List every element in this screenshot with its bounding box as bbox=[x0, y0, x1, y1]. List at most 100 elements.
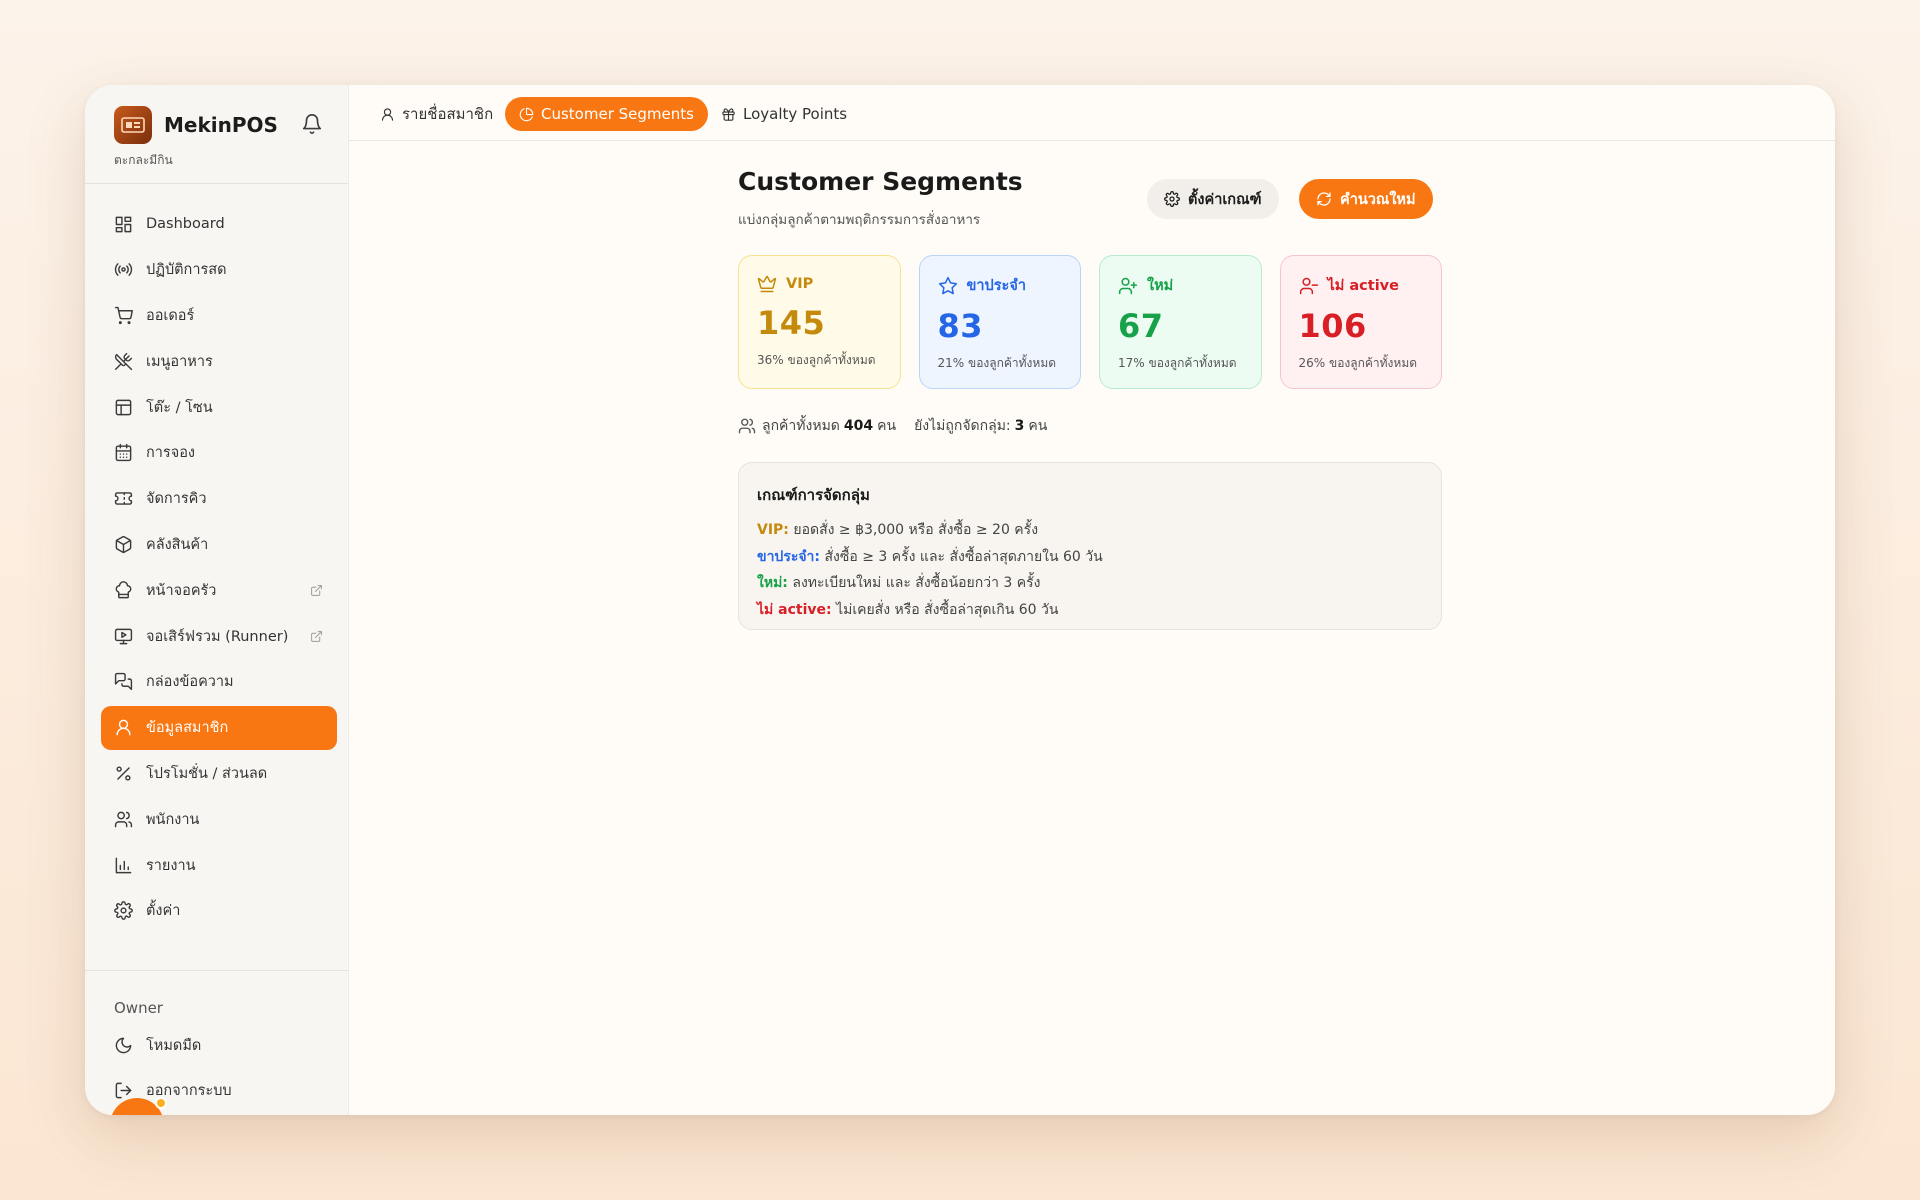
segment-name: ไม่ active bbox=[1327, 278, 1399, 294]
sidebar-item-label: การจอง bbox=[146, 445, 195, 462]
segment-count: 83 bbox=[937, 307, 984, 345]
segment-name: ใหม่ bbox=[1147, 278, 1174, 294]
criteria-regular: ขาประจำ: สั่งซื้อ ≥ 3 ครั้ง และ สั่งซื้อ… bbox=[757, 544, 1423, 571]
user-icon bbox=[116, 719, 131, 736]
sidebar-item-label: รายงาน bbox=[146, 857, 196, 874]
page-subtitle: แบ่งกลุ่มลูกค้าตามพฤติกรรมการสั่งอาหาร bbox=[738, 212, 981, 228]
criteria-key: VIP: bbox=[757, 522, 789, 538]
tab-loyalty-points[interactable]: Loyalty Points bbox=[707, 97, 861, 131]
segment-card-regular[interactable]: ขาประจำ 83 21% ของลูกค้าทั้งหมด bbox=[918, 255, 1081, 389]
moon-icon bbox=[115, 1037, 132, 1053]
sidebar-item-reports[interactable]: รายงาน bbox=[101, 843, 337, 887]
messages-icon bbox=[114, 673, 133, 691]
segment-card-header: ใหม่ bbox=[1118, 274, 1243, 297]
sidebar-item-label: เมนูอาหาร bbox=[146, 353, 213, 370]
segmentation-criteria: เกณฑ์การจัดกลุ่ม VIP: ยอดสั่ง ≥ ฿3,000 ห… bbox=[738, 462, 1442, 630]
bar-chart-icon bbox=[115, 857, 132, 873]
sidebar-item-label: ตั้งค่า bbox=[146, 903, 181, 920]
brand[interactable]: MekinPOS bbox=[114, 106, 278, 144]
dashboard-icon bbox=[115, 216, 132, 232]
main-content: รายชื่อสมาชิก Customer Segments Loyalty … bbox=[349, 85, 1835, 1115]
tab-member-list[interactable]: รายชื่อสมาชิก bbox=[366, 97, 507, 131]
sidebar-item-kitchen[interactable]: หน้าจอครัว bbox=[101, 568, 337, 612]
sidebar-item-members[interactable]: ข้อมูลสมาชิก bbox=[101, 705, 337, 750]
sidebar-item-label: จอเสิร์ฟรวม (Runner) bbox=[146, 628, 289, 645]
total-customers-label: ลูกค้าทั้งหมด bbox=[762, 418, 840, 434]
calendar-icon bbox=[115, 444, 132, 462]
ticket-icon bbox=[114, 492, 133, 506]
user-minus-icon bbox=[1299, 277, 1318, 294]
criteria-text: ไม่เคยสั่ง หรือ สั่งซื้อล่าสุดเกิน 60 วั… bbox=[836, 601, 1059, 618]
table-icon bbox=[115, 399, 132, 416]
segment-count: 145 bbox=[757, 304, 826, 342]
segment-count: 106 bbox=[1298, 307, 1367, 345]
tab-label: Loyalty Points bbox=[743, 105, 848, 123]
sidebar-item-label: หน้าจอครัว bbox=[146, 582, 217, 599]
brand-name: MekinPOS bbox=[164, 113, 278, 137]
sidebar-item-staff[interactable]: พนักงาน bbox=[101, 797, 337, 841]
brand-subtitle: ตะกละมีกิน bbox=[114, 153, 173, 167]
sidebar-item-runner[interactable]: จอเสิร์ฟรวม (Runner) bbox=[101, 614, 337, 658]
criteria-settings-label: ตั้งค่าเกณฑ์ bbox=[1188, 191, 1262, 208]
sidebar-item-label: โปรโมชั่น / ส่วนลด bbox=[146, 766, 268, 783]
tab-customer-segments[interactable]: Customer Segments bbox=[505, 97, 708, 131]
app-window: MekinPOS ตะกละมีกิน Dashboard ปฏิบัติการ… bbox=[85, 85, 1835, 1115]
segment-card-header: ขาประจำ bbox=[938, 274, 1063, 297]
utensils-icon bbox=[114, 352, 133, 371]
gift-icon bbox=[722, 107, 735, 121]
sidebar-item-label: คลังสินค้า bbox=[146, 537, 209, 554]
segment-name: VIP bbox=[786, 276, 814, 292]
sidebar: MekinPOS ตะกละมีกิน Dashboard ปฏิบัติการ… bbox=[85, 85, 349, 1115]
sidebar-item-tables[interactable]: โต๊ะ / โซน bbox=[101, 385, 337, 429]
criteria-inactive: ไม่ active: ไม่เคยสั่ง หรือ สั่งซื้อล่าส… bbox=[757, 597, 1423, 624]
sidebar-item-inventory[interactable]: คลังสินค้า bbox=[101, 523, 337, 567]
segment-card-new[interactable]: ใหม่ 67 17% ของลูกค้าทั้งหมด bbox=[1099, 255, 1262, 389]
logout-icon bbox=[115, 1082, 132, 1099]
bell-icon[interactable] bbox=[301, 113, 323, 135]
users-icon bbox=[738, 418, 756, 434]
dark-mode-label: โหมดมืด bbox=[146, 1037, 202, 1054]
segment-card-vip[interactable]: VIP 145 36% ของลูกค้าทั้งหมด bbox=[738, 255, 901, 389]
sidebar-item-label: พนักงาน bbox=[146, 811, 200, 828]
segment-percentage: 36% ของลูกค้าทั้งหมด bbox=[757, 353, 876, 367]
customer-totals: ลูกค้าทั้งหมด 404 คน ยังไม่ถูกจัดกลุ่ม: … bbox=[738, 415, 1047, 437]
sidebar-item-settings[interactable]: ตั้งค่า bbox=[101, 889, 337, 933]
crown-icon bbox=[757, 275, 777, 293]
external-link-icon bbox=[311, 585, 322, 596]
criteria-text: ลงทะเบียนใหม่ และ สั่งซื้อน้อยกว่า 3 ครั… bbox=[792, 575, 1041, 591]
sidebar-item-label: Dashboard bbox=[146, 216, 225, 232]
segment-cards: VIP 145 36% ของลูกค้าทั้งหมด ขาประจำ 83 … bbox=[738, 255, 1442, 389]
sidebar-item-menu[interactable]: เมนูอาหาร bbox=[101, 339, 337, 383]
sidebar-item-inbox[interactable]: กล่องข้อความ bbox=[101, 660, 337, 704]
brand-logo bbox=[114, 106, 152, 144]
sidebar-item-live-ops[interactable]: ปฏิบัติการสด bbox=[101, 248, 337, 292]
criteria-key: ไม่ active: bbox=[757, 601, 832, 618]
sidebar-item-reservations[interactable]: การจอง bbox=[101, 431, 337, 475]
sidebar-item-promotions[interactable]: โปรโมชั่น / ส่วนลด bbox=[101, 752, 337, 796]
segment-card-header: ไม่ active bbox=[1299, 274, 1424, 297]
gear-icon bbox=[1164, 191, 1180, 207]
notification-dot bbox=[155, 1097, 167, 1109]
segment-card-inactive[interactable]: ไม่ active 106 26% ของลูกค้าทั้งหมด bbox=[1279, 255, 1442, 389]
users-icon bbox=[114, 811, 133, 828]
external-link-icon bbox=[311, 630, 322, 642]
sidebar-item-queue[interactable]: จัดการคิว bbox=[101, 477, 337, 521]
dark-mode-toggle[interactable]: โหมดมืด bbox=[101, 1023, 337, 1067]
sidebar-item-dashboard[interactable]: Dashboard bbox=[101, 202, 337, 246]
percent-icon bbox=[116, 766, 131, 781]
sidebar-divider bbox=[85, 970, 348, 971]
criteria-key: ขาประจำ: bbox=[757, 548, 821, 565]
segment-card-header: VIP bbox=[757, 274, 882, 294]
criteria-text: ยอดสั่ง ≥ ฿3,000 หรือ สั่งซื้อ ≥ 20 ครั้… bbox=[793, 522, 1039, 538]
unassigned-label: ยังไม่ถูกจัดกลุ่ม: bbox=[914, 418, 1011, 434]
chef-hat-icon bbox=[115, 580, 132, 599]
sidebar-item-orders[interactable]: ออเดอร์ bbox=[101, 294, 337, 338]
criteria-text: สั่งซื้อ ≥ 3 ครั้ง และ สั่งซื้อล่าสุดภาย… bbox=[824, 548, 1103, 565]
segment-count: 67 bbox=[1118, 307, 1164, 345]
user-icon bbox=[381, 107, 394, 121]
tab-label: รายชื่อสมาชิก bbox=[402, 105, 494, 123]
star-icon bbox=[938, 276, 957, 294]
criteria-settings-button[interactable]: ตั้งค่าเกณฑ์ bbox=[1147, 179, 1279, 219]
recalculate-button[interactable]: คำนวณใหม่ bbox=[1299, 179, 1433, 219]
recalculate-label: คำนวณใหม่ bbox=[1340, 191, 1416, 208]
